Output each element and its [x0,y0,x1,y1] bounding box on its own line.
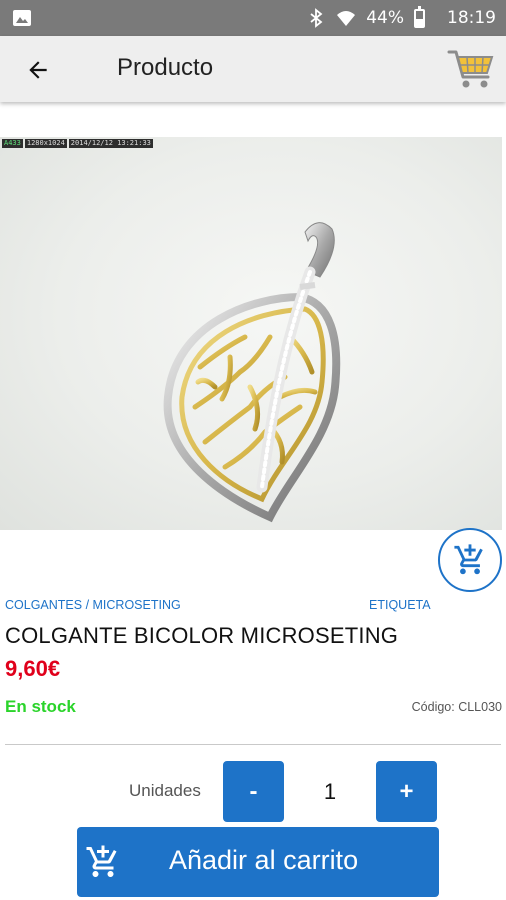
quick-add-cart-button[interactable] [438,528,502,592]
add-to-cart-button[interactable]: Añadir al carrito [77,827,439,897]
battery-icon [414,5,425,28]
add-to-cart-label: Añadir al carrito [169,845,359,875]
image-meta-date: 2014/12/12 13:21:33 [68,139,153,148]
leaf-pendant-image [163,222,341,523]
arrow-left-icon [29,61,47,79]
status-bar: 44% 18:19 [0,0,506,36]
tag-link[interactable]: ETIQUETA [369,598,431,612]
image-metadata: A433 1280x1024 2014/12/12 13:21:33 [2,139,153,148]
gallery-notification-icon [13,10,31,26]
cart-plus-icon [86,845,117,877]
image-meta-resolution: 1280x1024 [24,139,67,148]
wifi-icon [337,11,356,26]
category-breadcrumb-link[interactable]: COLGANTES / MICROSETING [5,598,181,612]
product-name: COLGANTE BICOLOR MICROSETING [5,623,399,648]
app-bar: Producto [0,36,506,102]
product-image: A433 1280x1024 2014/12/12 13:21:33 [0,137,502,530]
quantity-value[interactable]: 1 [284,761,376,822]
clock: 18:19 [447,8,496,28]
increase-quantity-button[interactable]: + [376,761,437,822]
page-title: Producto [117,54,214,81]
image-meta-id: A433 [2,139,23,148]
divider [5,744,501,745]
cart-plus-icon [454,544,483,575]
cart-button[interactable] [446,44,496,94]
units-label: Unidades [129,781,201,800]
bluetooth-icon [310,8,323,28]
shopping-cart-icon [447,50,494,88]
decrease-quantity-button[interactable]: - [223,761,284,822]
back-button[interactable] [18,50,58,90]
battery-percent: 44% [366,8,404,28]
product-code: Código: CLL030 [411,700,502,714]
stock-status: En stock [5,697,76,716]
product-price: 9,60€ [5,656,61,681]
